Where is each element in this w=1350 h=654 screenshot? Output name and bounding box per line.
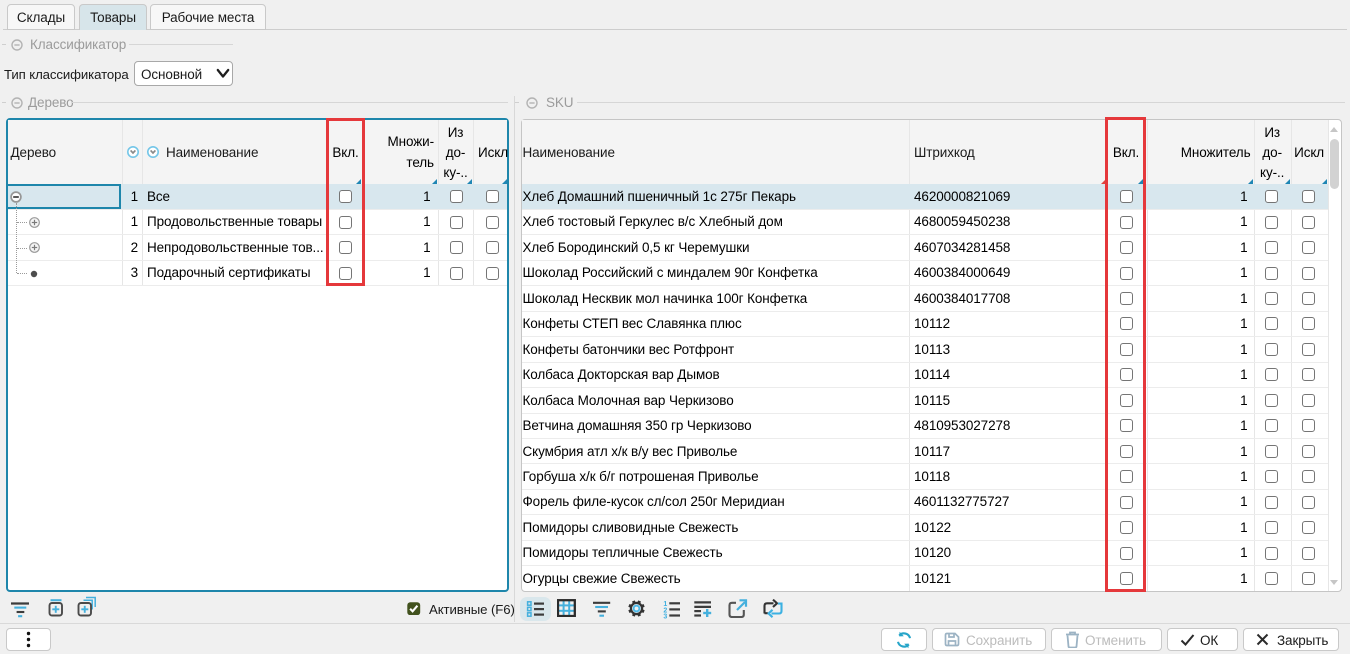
svg-text:3: 3	[663, 613, 667, 620]
